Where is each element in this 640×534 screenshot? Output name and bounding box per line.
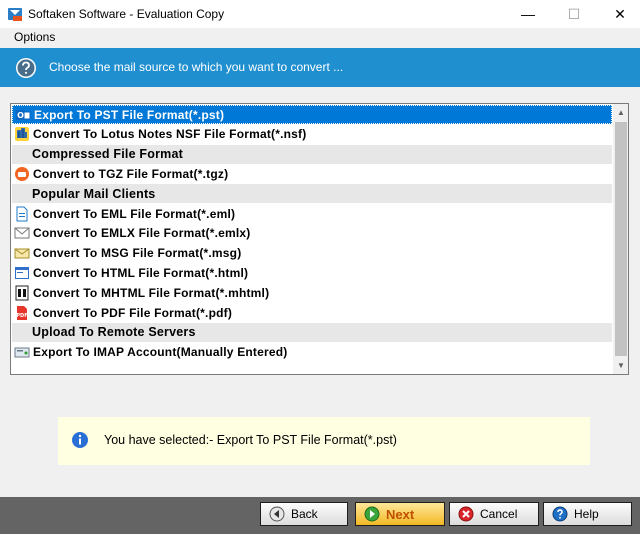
list-group-header: Popular Mail Clients — [12, 184, 612, 204]
next-arrow-icon — [364, 506, 380, 522]
envelope-icon — [14, 225, 30, 241]
next-button[interactable]: Next — [355, 502, 445, 526]
info-icon — [72, 432, 88, 448]
scroll-down-arrow-icon[interactable]: ▼ — [613, 357, 628, 374]
next-button-label: Next — [386, 506, 415, 522]
footer-bar: Back Next Cancel Help — [0, 497, 640, 534]
list-item[interactable]: Convert To Lotus Notes NSF File Format(*… — [12, 125, 612, 144]
svg-text:PDF: PDF — [16, 313, 27, 319]
list-item-label: Convert To EMLX File Format(*.emlx) — [33, 226, 251, 241]
msg-file-icon — [14, 245, 30, 261]
back-arrow-icon — [269, 506, 285, 522]
help-button[interactable]: Help — [543, 502, 632, 526]
list-item-label: Export To PST File Format(*.pst) — [34, 107, 225, 122]
back-button[interactable]: Back — [260, 502, 348, 526]
lotus-notes-icon — [14, 126, 30, 142]
format-listbox[interactable]: O Export To PST File Format(*.pst) Convert… — [10, 103, 629, 375]
instruction-banner: Choose the mail source to which you want… — [0, 48, 640, 87]
imap-server-icon — [14, 344, 30, 360]
list-item-label: Convert to TGZ File Format(*.tgz) — [33, 166, 229, 181]
list-group-header: Upload To Remote Servers — [12, 322, 612, 342]
help-button-label: Help — [574, 507, 599, 521]
back-button-label: Back — [291, 507, 318, 521]
banner-text: Choose the mail source to which you want… — [49, 60, 344, 74]
list-item[interactable]: Convert To EML File Format(*.eml) — [12, 204, 612, 223]
softaken-app-icon — [8, 8, 22, 21]
close-button[interactable]: ✕ — [597, 0, 640, 28]
list-item-label: Compressed File Format — [32, 147, 183, 162]
list-item[interactable]: Export To IMAP Account(Manually Entered) — [12, 343, 612, 362]
question-icon — [16, 58, 36, 78]
html-file-icon — [14, 265, 30, 281]
list-group-header: Compressed File Format — [12, 144, 612, 164]
minimize-button[interactable]: — — [505, 0, 551, 28]
list-item[interactable]: Convert To HTML File Format(*.html) — [12, 263, 612, 282]
cancel-button-label: Cancel — [480, 507, 518, 521]
list-item[interactable]: Convert To MHTML File Format(*.mhtml) — [12, 283, 612, 302]
list-item[interactable]: O Export To PST File Format(*.pst) — [12, 105, 612, 124]
scroll-up-arrow-icon[interactable]: ▲ — [613, 104, 628, 121]
cancel-button[interactable]: Cancel — [449, 502, 539, 526]
eml-file-icon — [14, 206, 30, 222]
list-item-label: Upload To Remote Servers — [32, 325, 196, 340]
window-title: Softaken Software - Evaluation Copy — [28, 7, 225, 21]
pdf-file-icon: PDF — [14, 305, 30, 321]
title-bar: Softaken Software - Evaluation Copy — ☐ … — [0, 0, 640, 28]
list-item[interactable]: PDF Convert To PDF File Format(*.pdf) — [12, 303, 612, 322]
menu-options[interactable]: Options — [14, 30, 55, 44]
vertical-scrollbar[interactable]: ▲ ▼ — [613, 104, 628, 374]
outlook-pst-icon: O — [15, 107, 31, 123]
mhtml-file-icon — [14, 285, 30, 301]
list-item[interactable]: Convert to TGZ File Format(*.tgz) — [12, 164, 612, 183]
list-item[interactable]: Convert To MSG File Format(*.msg) — [12, 244, 612, 263]
list-item-label: Convert To HTML File Format(*.html) — [33, 265, 249, 280]
list-item-label: Export To IMAP Account(Manually Entered) — [33, 345, 288, 360]
list-item-label: Convert To PDF File Format(*.pdf) — [33, 305, 233, 320]
list-item-label: Convert To MHTML File Format(*.mhtml) — [33, 285, 270, 300]
selection-info-text: You have selected:- Export To PST File F… — [104, 433, 397, 447]
list-item-label: Convert To MSG File Format(*.msg) — [33, 246, 242, 261]
svg-text:O: O — [17, 111, 24, 120]
cancel-icon — [458, 506, 474, 522]
selection-info-box: You have selected:- Export To PST File F… — [58, 417, 590, 465]
list-item-label: Convert To Lotus Notes NSF File Format(*… — [33, 127, 307, 142]
maximize-button[interactable]: ☐ — [551, 0, 597, 28]
list-item-label: Convert To EML File Format(*.eml) — [33, 206, 236, 221]
tgz-archive-icon — [14, 166, 30, 182]
list-item-label: Popular Mail Clients — [32, 186, 156, 201]
list-item[interactable]: Convert To EMLX File Format(*.emlx) — [12, 224, 612, 243]
help-icon — [552, 506, 568, 522]
scroll-thumb[interactable] — [615, 122, 627, 356]
menu-bar: Options — [0, 28, 640, 48]
